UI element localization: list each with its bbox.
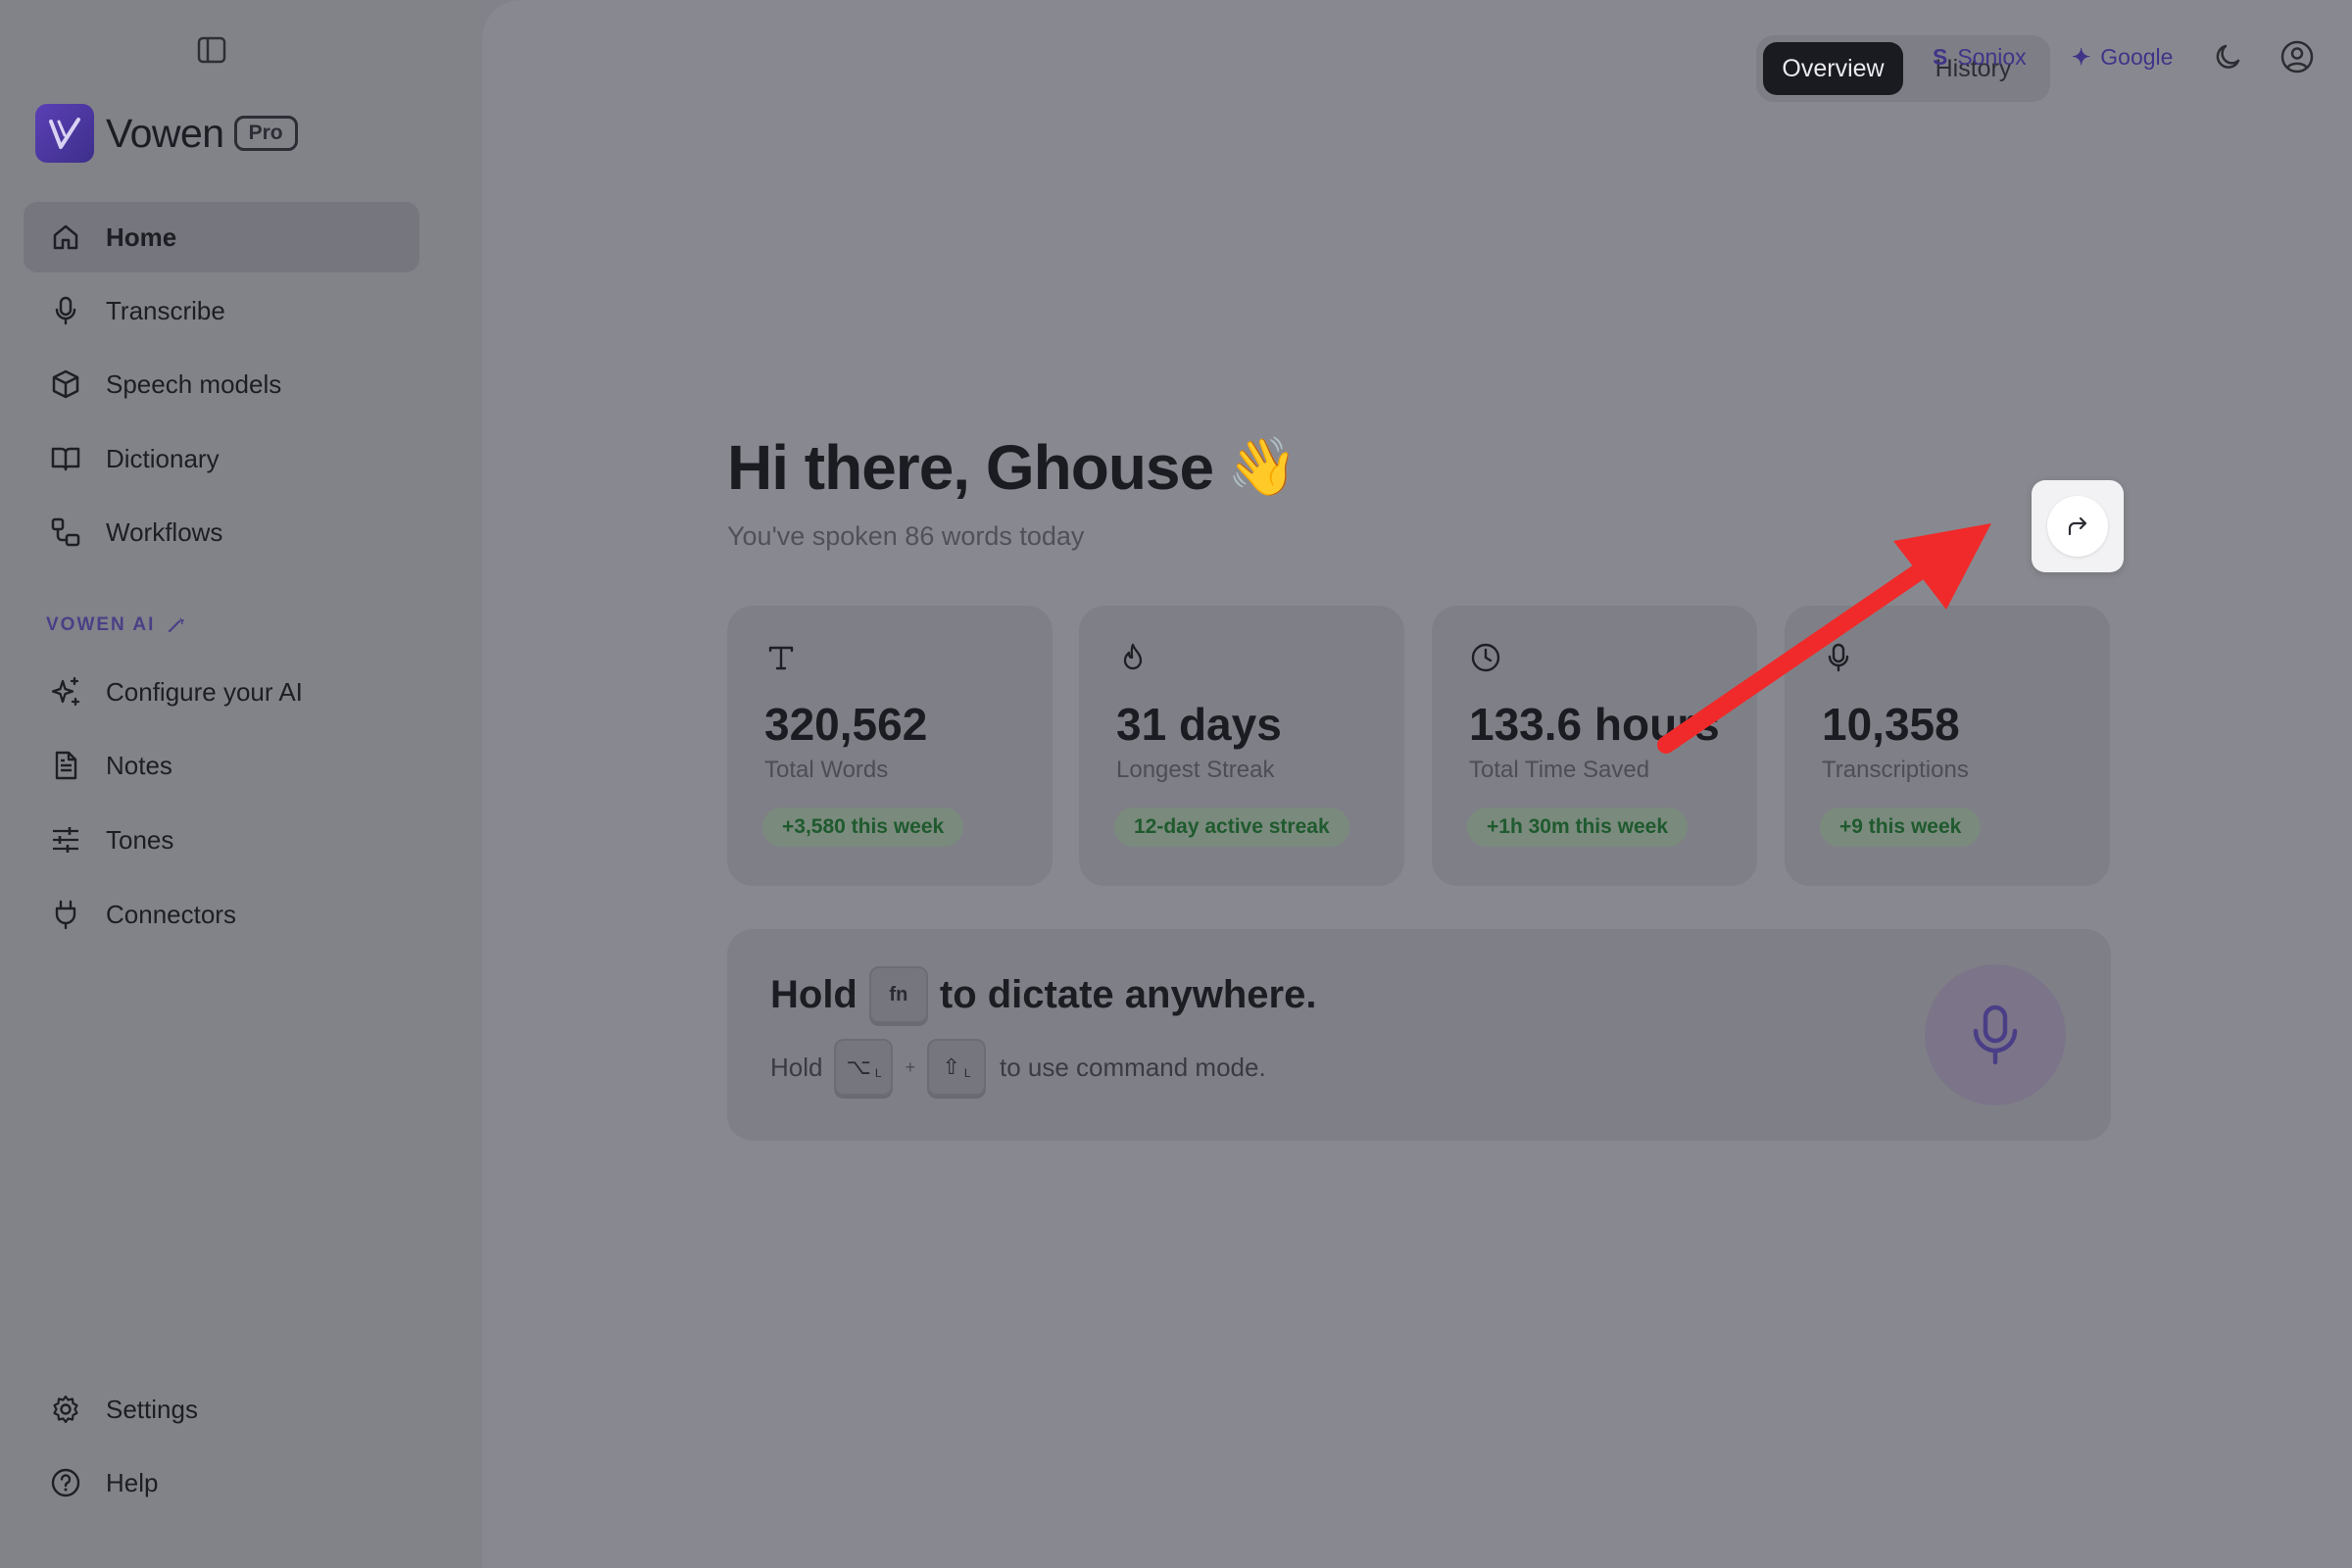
greeting-heading: Hi there, Ghouse 👋 (727, 431, 1298, 504)
stat-label: Total Time Saved (1469, 757, 1650, 783)
tab-overview[interactable]: Overview (1763, 42, 1903, 95)
command-mode-hint: Hold ⌥ L + ⇧ L to use command mode. (770, 1039, 1266, 1096)
provider-google[interactable]: ✦ Google (2072, 39, 2173, 74)
sidebar-toggle-button[interactable] (196, 35, 227, 65)
stat-card-transcriptions: 10,358 Transcriptions +9 this week (1785, 606, 2110, 886)
hint-rest-text: to use command mode. (1000, 1052, 1266, 1082)
vowen-ai-section-title: VOWEN AI (46, 614, 185, 636)
sidebar-item-notes[interactable]: Notes (24, 730, 419, 801)
share-button[interactable] (2032, 480, 2124, 572)
wand-icon (168, 617, 185, 633)
dictate-title-rest: to dictate anywhere. (939, 972, 1317, 1016)
sidebar-item-label: Configure your AI (106, 676, 303, 707)
sidebar-item-label: Home (106, 221, 177, 252)
sidebar-item-label: Connectors (106, 899, 236, 929)
clock-icon (1471, 643, 1500, 672)
sidebar-item-connectors[interactable]: Connectors (24, 879, 419, 950)
stat-card-longest-streak: 31 days Longest Streak 12-day active str… (1079, 606, 1404, 886)
sidebar-item-tones[interactable]: Tones (24, 805, 419, 875)
plug-icon (49, 898, 82, 931)
document-icon (49, 749, 82, 782)
provider-label: Google (2100, 43, 2174, 70)
dictate-title: Hold fn to dictate anywhere. (770, 966, 1316, 1023)
workflow-icon (49, 515, 82, 549)
fn-key: fn (868, 966, 928, 1023)
vowen-logo-icon (35, 104, 94, 163)
share-inner (2047, 496, 2108, 557)
sidebar-panel-icon (197, 36, 226, 64)
flame-icon (1123, 643, 1143, 670)
stat-card-time-saved: 133.6 hours Total Time Saved +1h 30m thi… (1432, 606, 1757, 886)
sidebar: Vowen Pro Home Transcribe Speech models … (0, 0, 482, 1568)
microphone-icon (1828, 643, 1849, 672)
help-icon (49, 1466, 82, 1499)
stat-value: 10,358 (1822, 699, 1960, 750)
dictate-mic-button[interactable] (1925, 964, 2066, 1105)
section-title-text: VOWEN AI (46, 614, 156, 635)
sidebar-item-dictionary[interactable]: Dictionary (24, 423, 419, 494)
sidebar-item-workflows[interactable]: Workflows (24, 497, 419, 567)
sidebar-item-label: Transcribe (106, 295, 225, 325)
book-icon (49, 442, 82, 475)
sidebar-item-help[interactable]: Help (24, 1447, 419, 1518)
user-circle-icon (2280, 40, 2314, 74)
microphone-icon (1973, 1004, 2018, 1065)
stat-label: Longest Streak (1116, 757, 1275, 783)
stat-badge: 12-day active streak (1114, 808, 1349, 847)
brand: Vowen Pro (35, 104, 298, 163)
dictate-card: Hold fn to dictate anywhere. Hold ⌥ L + ⇧… (727, 929, 2111, 1141)
theme-toggle-button[interactable] (2213, 39, 2246, 74)
sidebar-item-configure-ai[interactable]: Configure your AI (24, 657, 419, 727)
option-key: ⌥ L (834, 1039, 894, 1096)
sidebar-item-label: Speech models (106, 368, 282, 399)
sliders-icon (49, 823, 82, 857)
cube-icon (49, 368, 82, 401)
sidebar-item-speech-models[interactable]: Speech models (24, 349, 419, 419)
stat-value: 31 days (1116, 699, 1282, 750)
stat-badge: +3,580 this week (762, 808, 964, 847)
stat-value: 133.6 hours (1469, 699, 1720, 750)
key-side-label: L (963, 1066, 971, 1080)
dictate-hold-text: Hold (770, 972, 858, 1016)
brand-name: Vowen (106, 110, 224, 156)
moon-icon (2216, 44, 2240, 69)
greeting-subtitle: You've spoken 86 words today (727, 521, 1085, 551)
sidebar-item-label: Dictionary (106, 443, 220, 473)
plus-sign: + (905, 1056, 915, 1077)
sparkle-icon: ✦ (2072, 43, 2091, 70)
provider-soniox[interactable]: S Soniox (1933, 39, 2027, 74)
sidebar-item-label: Workflows (106, 516, 223, 547)
stat-label: Transcriptions (1822, 757, 1969, 783)
stat-badge: +9 this week (1820, 808, 1982, 847)
sidebar-item-home[interactable]: Home (24, 202, 419, 272)
pro-badge: Pro (233, 116, 298, 151)
hint-hold-text: Hold (770, 1052, 823, 1082)
share-arrow-icon (2068, 516, 2087, 536)
stat-badge: +1h 30m this week (1467, 808, 1689, 847)
sidebar-item-label: Help (106, 1467, 159, 1497)
account-button[interactable] (2279, 39, 2315, 74)
key-side-label: L (874, 1066, 882, 1080)
shift-key: ⇧ L (927, 1039, 986, 1096)
greeting-text: Hi there, Ghouse (727, 432, 1214, 503)
sidebar-item-label: Tones (106, 824, 174, 855)
sparkles-icon (49, 675, 82, 709)
stat-card-total-words: 320,562 Total Words +3,580 this week (727, 606, 1053, 886)
sidebar-item-transcribe[interactable]: Transcribe (24, 275, 419, 346)
provider-label: Soniox (1957, 43, 2027, 70)
sidebar-item-settings[interactable]: Settings (24, 1374, 419, 1445)
stat-label: Total Words (764, 757, 889, 783)
sidebar-item-label: Notes (106, 750, 172, 780)
gear-icon (49, 1393, 82, 1426)
waving-hand-icon: 👋 (1227, 435, 1298, 499)
home-icon (49, 220, 82, 254)
option-key-glyph: ⌥ (846, 1054, 871, 1079)
shift-key-glyph: ⇧ (942, 1054, 960, 1079)
sidebar-item-label: Settings (106, 1394, 198, 1424)
microphone-icon (49, 294, 82, 327)
text-icon (768, 646, 794, 670)
soniox-icon: S (1933, 43, 1948, 70)
stat-value: 320,562 (764, 699, 928, 750)
